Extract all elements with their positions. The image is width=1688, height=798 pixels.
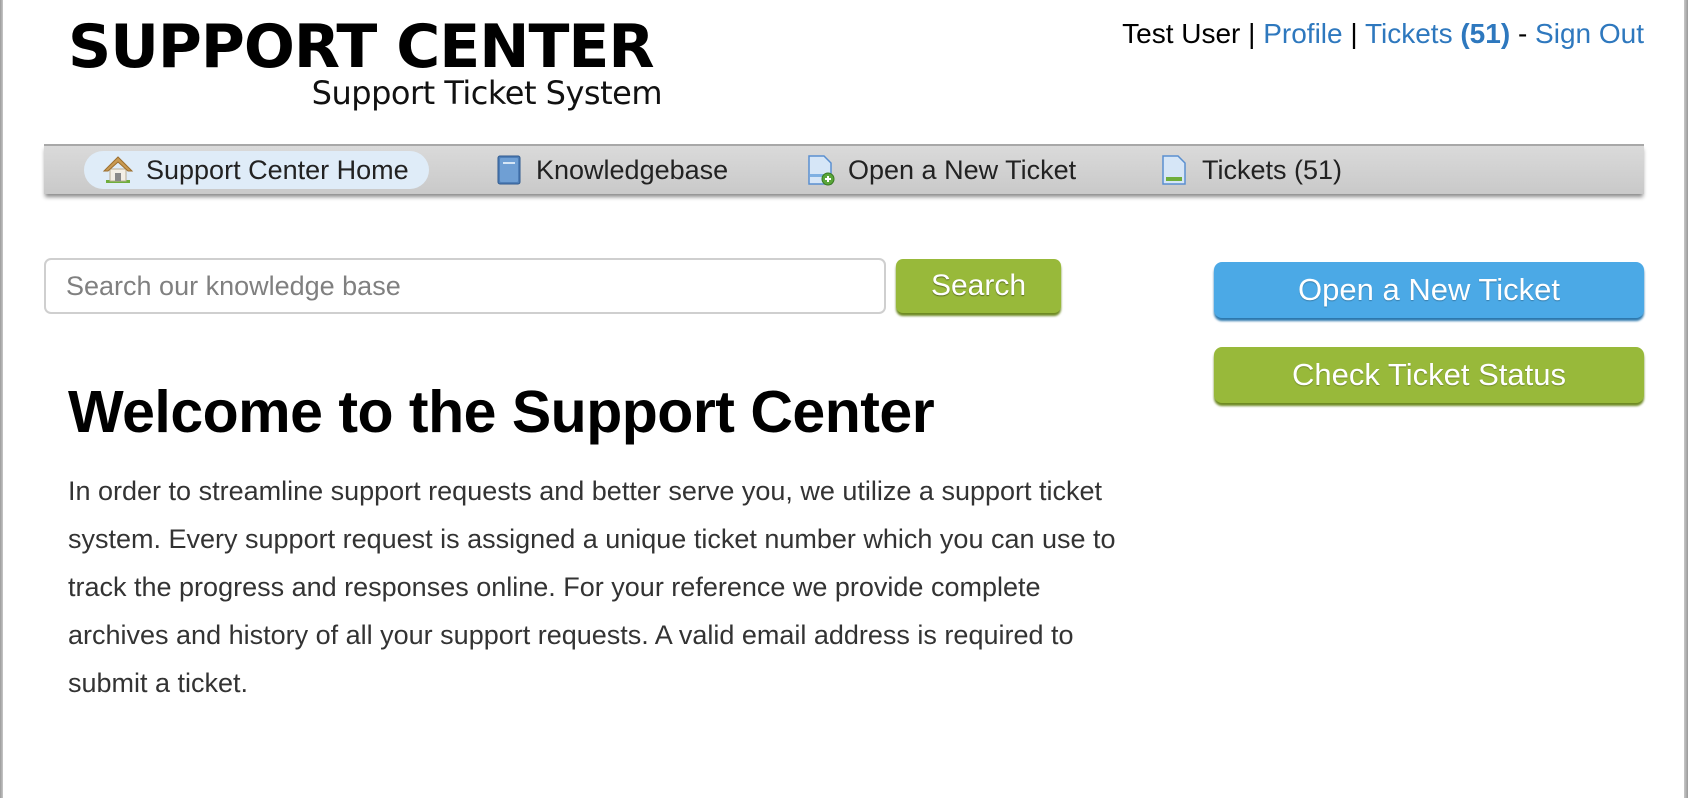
user-bar: Test User | Profile | Tickets (51) - Sig… bbox=[1122, 18, 1644, 50]
nav-item-label: Open a New Ticket bbox=[848, 154, 1077, 185]
nav-item-tickets[interactable]: Tickets (51) bbox=[1158, 151, 1342, 189]
open-new-ticket-button[interactable]: Open a New Ticket bbox=[1214, 262, 1644, 318]
separator: | bbox=[1350, 18, 1358, 49]
nav-item-label: Tickets (51) bbox=[1202, 154, 1343, 185]
nav-item-label: Knowledgebase bbox=[536, 154, 729, 185]
check-ticket-status-button[interactable]: Check Ticket Status bbox=[1214, 347, 1644, 403]
separator: | bbox=[1248, 18, 1256, 49]
sign-out-link[interactable]: Sign Out bbox=[1535, 18, 1644, 49]
page-title: Welcome to the Support Center bbox=[68, 379, 935, 445]
nav-item-label: Support Center Home bbox=[146, 154, 409, 185]
main-nav: Support Center Home Knowledgebase Open a… bbox=[44, 144, 1644, 194]
search-input[interactable] bbox=[44, 258, 886, 314]
window-border-left bbox=[0, 0, 3, 798]
nav-item-open-new-ticket[interactable]: Open a New Ticket bbox=[804, 151, 1076, 189]
logo-title: SUPPORT CENTER bbox=[68, 12, 655, 82]
tickets-link-label: Tickets bbox=[1364, 18, 1453, 49]
nav-item-home[interactable]: Support Center Home bbox=[84, 151, 429, 189]
welcome-text: In order to streamline support requests … bbox=[68, 476, 1116, 698]
tickets-link[interactable]: Tickets (51) bbox=[1365, 18, 1510, 49]
new-ticket-icon bbox=[804, 154, 836, 186]
site-logo[interactable]: SUPPORT CENTER Support Ticket System bbox=[68, 12, 663, 110]
search-button[interactable]: Search bbox=[896, 259, 1061, 313]
window-border-right bbox=[1684, 0, 1688, 798]
nav-item-knowledgebase[interactable]: Knowledgebase bbox=[492, 151, 728, 189]
user-name: Test User bbox=[1122, 18, 1241, 49]
dash-separator: - bbox=[1517, 18, 1528, 49]
book-icon bbox=[492, 154, 524, 186]
ticket-document-icon bbox=[1158, 154, 1190, 186]
profile-link[interactable]: Profile bbox=[1263, 18, 1342, 49]
tickets-count: (51) bbox=[1460, 18, 1511, 49]
home-icon bbox=[102, 154, 134, 186]
